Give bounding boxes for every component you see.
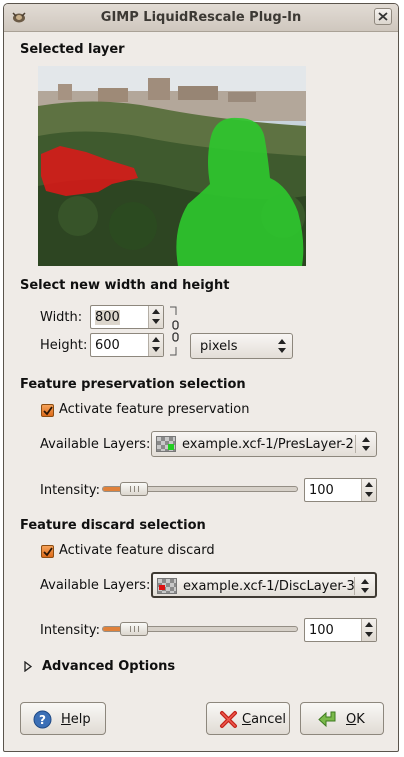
cancel-button-label: Cancel <box>242 712 287 727</box>
preservation-checkbox[interactable] <box>41 404 54 417</box>
checkmark-icon <box>43 406 53 416</box>
height-stepper[interactable] <box>148 334 163 356</box>
select-arrows-icon <box>278 339 286 353</box>
down-arrow-icon <box>365 492 373 497</box>
select-arrows-icon <box>362 437 370 451</box>
discard-layers-label: Available Layers: <box>40 578 151 593</box>
advanced-options-expander[interactable]: Advanced Options <box>24 658 224 676</box>
up-arrow-icon <box>365 622 373 627</box>
title-bar[interactable]: GIMP LiquidRescale Plug-In <box>4 4 398 32</box>
layer-thumbnail-icon <box>156 436 176 452</box>
select-separator <box>354 577 355 595</box>
discard-heading: Feature discard selection <box>20 518 206 533</box>
preservation-layers-label: Available Layers: <box>40 437 151 452</box>
preservation-intensity-label: Intensity: <box>40 483 101 498</box>
discard-checkbox-label[interactable]: Activate feature discard <box>59 543 215 558</box>
close-icon <box>378 12 388 21</box>
discard-intensity-label: Intensity: <box>40 623 101 638</box>
down-arrow-icon <box>152 319 160 324</box>
discard-intensity-value: 100 <box>309 623 334 638</box>
preservation-layer-value: example.xcf-1/PresLayer-2 <box>182 437 354 452</box>
size-heading: Select new width and height <box>20 278 230 293</box>
unit-value: pixels <box>200 339 238 354</box>
up-arrow-icon <box>152 337 160 342</box>
up-arrow-icon <box>365 482 373 487</box>
svg-text:?: ? <box>39 713 46 727</box>
preservation-slider-handle[interactable] <box>120 482 148 496</box>
discard-checkbox[interactable] <box>41 545 54 558</box>
dialog-window: GIMP LiquidRescale Plug-In Selected laye… <box>3 3 399 752</box>
discard-layer-value: example.xcf-1/DiscLayer-3 <box>183 579 355 594</box>
preservation-heading: Feature preservation selection <box>20 377 246 392</box>
help-button[interactable]: ? Help <box>20 702 106 735</box>
discard-layer-select[interactable]: example.xcf-1/DiscLayer-3 <box>151 572 377 598</box>
select-arrows-icon <box>361 579 369 593</box>
preservation-intensity-value: 100 <box>309 483 334 498</box>
discard-intensity-stepper[interactable] <box>361 619 376 641</box>
close-button[interactable] <box>374 8 392 25</box>
height-value: 600 <box>95 338 120 353</box>
width-value: 800 <box>95 310 120 325</box>
width-label: Width: <box>40 310 83 325</box>
advanced-options-label: Advanced Options <box>42 659 176 674</box>
down-arrow-icon <box>152 347 160 352</box>
ok-button-label: OK <box>346 712 365 727</box>
width-spinbutton[interactable]: 800 <box>90 305 164 329</box>
help-icon: ? <box>33 710 52 729</box>
discard-intensity-spinbutton[interactable]: 100 <box>304 618 377 642</box>
down-arrow-icon <box>365 632 373 637</box>
unit-select[interactable]: pixels <box>190 333 293 359</box>
ok-arrow-icon <box>318 711 336 728</box>
cancel-icon <box>220 711 237 728</box>
cancel-button[interactable]: Cancel <box>206 702 290 735</box>
height-spinbutton[interactable]: 600 <box>90 333 164 357</box>
select-separator <box>355 435 356 453</box>
layer-preview-image <box>38 66 306 266</box>
expander-arrow-icon <box>24 661 32 672</box>
layer-thumbnail-icon <box>157 578 177 594</box>
up-arrow-icon <box>152 309 160 314</box>
preservation-checkbox-label[interactable]: Activate feature preservation <box>59 402 249 417</box>
preservation-intensity-stepper[interactable] <box>361 479 376 501</box>
ok-button[interactable]: OK <box>300 702 384 735</box>
height-label: Height: <box>40 338 88 353</box>
width-stepper[interactable] <box>148 306 163 328</box>
checkmark-icon <box>43 547 53 557</box>
preservation-layer-select[interactable]: example.xcf-1/PresLayer-2 <box>151 431 377 457</box>
window-title: GIMP LiquidRescale Plug-In <box>100 10 302 25</box>
discard-slider-handle[interactable] <box>120 622 148 636</box>
help-button-label: Help <box>61 712 91 727</box>
preservation-intensity-spinbutton[interactable]: 100 <box>304 478 377 502</box>
selected-layer-heading: Selected layer <box>20 42 125 57</box>
chain-link-icon[interactable] <box>168 305 182 357</box>
